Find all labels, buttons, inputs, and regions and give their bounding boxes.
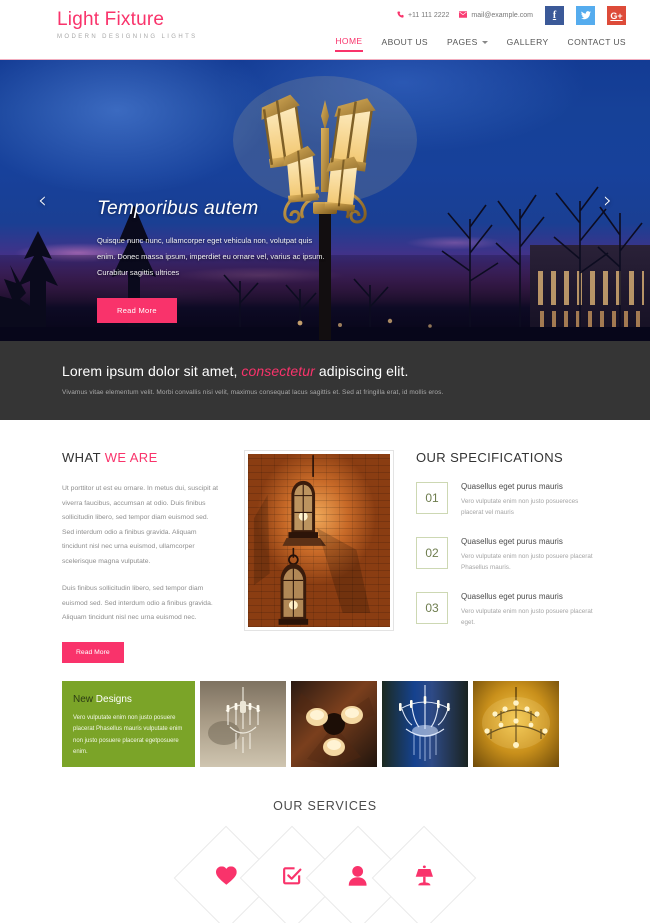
about-section: WHAT WE ARE Ut porttitor ut est eu ornar… [0,420,650,663]
nav-item-pages-label: PAGES [447,37,478,47]
banner-title-part2: adipiscing elit. [314,363,409,379]
specification-text: Vero vulputate enim non justo posuereces… [461,498,579,516]
specification-text: Vero vulputate enim non justo posuere pl… [461,608,593,626]
email-contact[interactable]: mail@example.com [459,11,533,20]
about-read-more-button[interactable]: Read More [62,641,124,663]
ceiling-fan-light-icon [295,692,375,765]
gallery-thumb[interactable] [291,680,377,767]
golden-chandelier-icon [482,686,550,749]
specification-heading: Quasellus eget purus mauris [461,592,563,601]
specifications-column: OUR SPECIFICATIONS 01 Quasellus eget pur… [416,450,600,663]
what-we-are-title-highlight: WE ARE [104,450,158,465]
specification-heading: Quasellus eget purus mauris [461,482,563,491]
heart-icon [215,865,237,890]
banner-title-emphasis: consectetur [241,363,315,379]
specification-item: 03 Quasellus eget purus mauris Vero vulp… [416,592,600,628]
email-address: mail@example.com [471,12,533,19]
specification-number: 02 [416,537,448,569]
envelope-icon [459,11,468,20]
specification-item: 02 Quasellus eget purus mauris Vero vulp… [416,537,600,573]
tagline-banner: Lorem ipsum dolor sit amet, consectetur … [0,341,650,420]
main-navigation: HOME ABOUT US PAGES GALLERY CONTACT US [335,36,626,52]
specification-item: 01 Quasellus eget purus mauris Vero vulp… [416,482,600,518]
about-image-column [244,450,394,663]
specification-heading: Quasellus eget purus mauris [461,537,563,546]
specification-number: 01 [416,482,448,514]
nav-item-contact-us[interactable]: CONTACT US [568,37,626,51]
phone-contact[interactable]: +11 111 2222 [397,11,449,20]
crystal-chandelier-blue-icon [399,684,451,761]
specification-number: 03 [416,592,448,624]
slider-prev-arrow[interactable]: ‹ [38,188,47,213]
logo-tagline: Modern Designing Lights [57,34,198,40]
gallery-thumb[interactable] [200,680,286,767]
slider-read-more-button[interactable]: Read More [97,298,177,323]
new-designs-title: New Designs [73,694,184,705]
specification-text: Vero vulputate enim non justo posuere pl… [461,553,593,571]
service-diamond-lamp[interactable] [371,825,477,923]
gallery-thumb[interactable] [382,680,468,767]
banner-title: Lorem ipsum dolor sit amet, consectetur … [62,363,650,379]
hero-slider: Temporibus autem Quisque nunc nunc, ulla… [0,60,650,341]
slide-title: Temporibus autem [97,198,259,219]
header-topbar: +11 111 2222 mail@example.com f G+ [397,6,626,25]
about-paragraph-1: Ut porttitor ut est eu ornare. In metus … [62,485,219,565]
banner-subtitle: Vivamus vitae elementum velit. Morbi con… [62,389,444,396]
new-designs-strip: New Designs Vero vulputate enim non just… [0,663,650,767]
what-we-are-title: WHAT WE ARE [62,450,222,465]
new-designs-title-dark: New [73,693,96,705]
lantern-photo-frame [244,450,394,631]
new-designs-card: New Designs Vero vulputate enim non just… [62,680,195,767]
chevron-down-icon [481,40,488,44]
services-section: OUR SERVICES [0,767,650,923]
nav-item-gallery[interactable]: GALLERY [507,37,549,51]
user-icon [349,865,367,890]
site-logo[interactable]: Light Fixture Modern Designing Lights [57,9,198,40]
crystal-chandelier-sepia-icon [208,686,261,753]
banner-title-part1: Lorem ipsum dolor sit amet, [62,363,242,379]
facebook-icon[interactable]: f [545,6,564,25]
new-designs-title-light: Designs [95,693,132,705]
what-we-are-column: WHAT WE ARE Ut porttitor ut est eu ornar… [62,450,222,663]
nav-item-about-us[interactable]: ABOUT US [382,37,429,51]
specifications-title: OUR SPECIFICATIONS [416,450,564,465]
hanging-lanterns-illustration [253,455,371,625]
twitter-icon[interactable] [576,6,595,25]
phone-icon [397,11,404,20]
lantern-photo [248,454,390,627]
services-diamonds [0,825,650,923]
what-we-are-title-part1: WHAT [62,450,105,465]
check-square-icon [282,865,302,890]
phone-number: +11 111 2222 [407,12,450,19]
google-plus-icon[interactable]: G+ [607,6,626,25]
about-paragraph-2: Duis finibus sollicitudin libero, sed te… [62,585,213,621]
logo-title: Light Fixture [57,9,165,30]
services-title: OUR SERVICES [273,798,377,813]
nav-item-home[interactable]: HOME [335,36,363,52]
slide-description: Quisque nunc nunc, ullamcorper eget vehi… [97,236,325,277]
site-header: Light Fixture Modern Designing Lights +1… [0,0,650,60]
desk-lamp-icon [415,864,434,891]
gallery-thumb[interactable] [473,680,559,767]
slide-content: Temporibus autem Quisque nunc nunc, ulla… [97,198,352,323]
new-designs-text: Vero vulputate enim non justo posuere pl… [73,714,183,756]
nav-item-pages[interactable]: PAGES [447,37,488,51]
slider-next-arrow[interactable]: › [603,188,612,213]
